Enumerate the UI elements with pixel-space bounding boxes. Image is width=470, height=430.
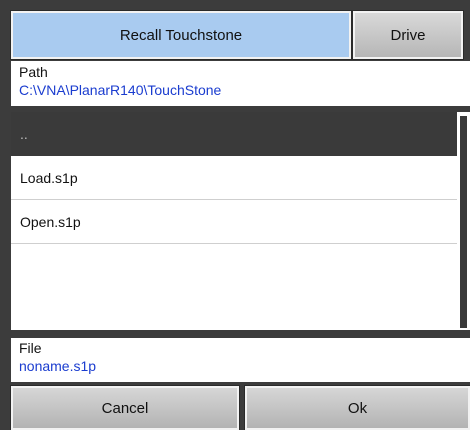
- path-field[interactable]: Path C:\VNA\PlanarR140\TouchStone: [11, 61, 470, 106]
- drive-button[interactable]: Drive: [352, 10, 464, 60]
- cancel-button[interactable]: Cancel: [10, 385, 240, 430]
- recall-touchstone-title-button[interactable]: Recall Touchstone: [10, 10, 352, 60]
- file-value: noname.s1p: [19, 358, 97, 374]
- title-label: Recall Touchstone: [119, 26, 243, 44]
- list-item-label: ..: [20, 125, 28, 142]
- drive-label: Drive: [390, 26, 426, 44]
- ok-label: Ok: [347, 399, 368, 417]
- file-name-field[interactable]: File noname.s1p: [11, 338, 470, 382]
- scrollbar-thumb[interactable]: [460, 116, 467, 328]
- path-label: Path: [19, 64, 48, 80]
- list-item-label: Open.s1p: [20, 213, 81, 230]
- file-list-scrollbar[interactable]: [457, 112, 470, 330]
- cancel-label: Cancel: [101, 399, 149, 417]
- file-label: File: [19, 340, 42, 356]
- list-item-parent-dir[interactable]: ..: [11, 112, 457, 156]
- file-list: .. Load.s1p Open.s1p: [11, 112, 457, 330]
- recall-touchstone-dialog: Recall Touchstone Drive Path C:\VNA\Plan…: [0, 0, 470, 430]
- list-item-label: Load.s1p: [20, 169, 78, 186]
- ok-button[interactable]: Ok: [244, 385, 470, 430]
- path-value: C:\VNA\PlanarR140\TouchStone: [19, 82, 222, 98]
- list-item-open-s1p[interactable]: Open.s1p: [11, 200, 457, 244]
- list-item-load-s1p[interactable]: Load.s1p: [11, 156, 457, 200]
